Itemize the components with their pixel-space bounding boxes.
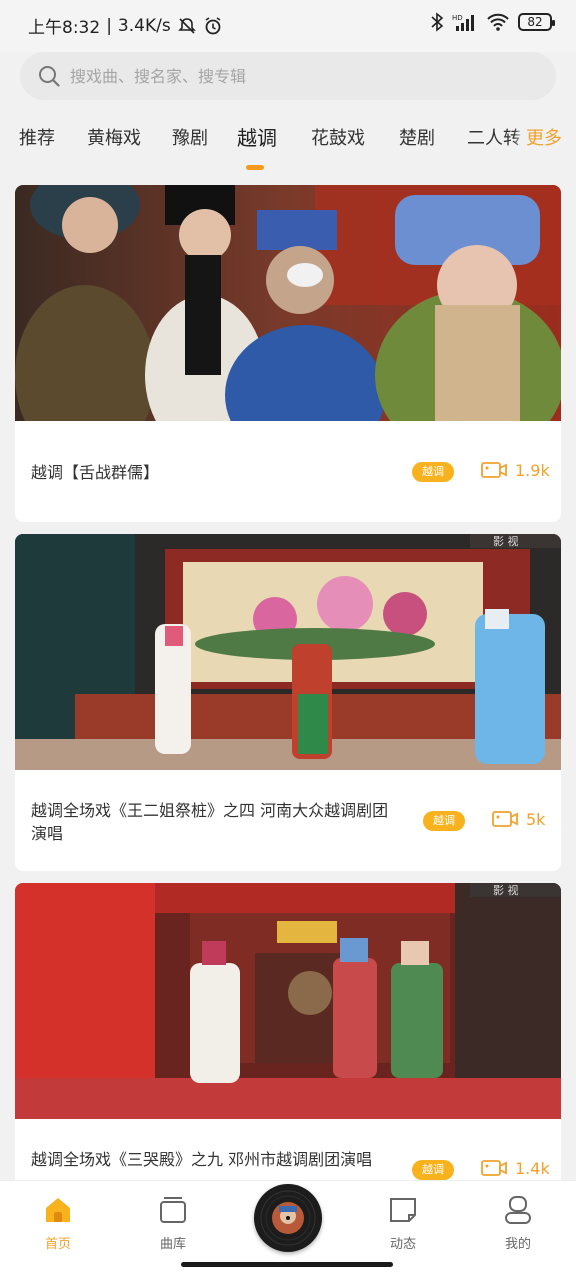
nav-feed[interactable]: 动态 <box>363 1195 443 1252</box>
more-categories-button[interactable]: 更多 <box>514 124 562 150</box>
profile-icon <box>505 1196 531 1224</box>
genre-tag: 越调 <box>423 811 465 831</box>
watermark: 影 视 <box>493 883 519 897</box>
video-title[interactable]: 越调全场戏《王二姐祭桩》之四 河南大众越调剧团演唱 <box>31 799 401 845</box>
view-count: 5k <box>492 809 545 829</box>
tab-recommend[interactable]: 推荐 <box>19 124 55 150</box>
video-camera-icon <box>481 1160 507 1176</box>
video-thumbnail[interactable]: 影 视 <box>15 534 561 770</box>
alarm-icon <box>205 16 221 34</box>
active-tab-indicator <box>246 165 264 170</box>
battery-indicator: 82 <box>518 13 555 31</box>
view-count: 1.4k <box>481 1158 550 1178</box>
tab-errenzhuan[interactable]: 二人转 <box>467 124 521 150</box>
status-time: 上午8:32 <box>28 18 101 38</box>
genre-tag: 越调 <box>412 1160 454 1180</box>
view-count: 1.9k <box>481 460 550 480</box>
now-playing-disc-button[interactable] <box>254 1184 322 1252</box>
network-speed: 3.4K/s <box>117 15 171 36</box>
nav-library[interactable]: 曲库 <box>133 1195 213 1252</box>
video-camera-icon <box>492 811 518 827</box>
video-card[interactable]: 影 视 越调全场戏《王二姐祭桩》之四 河南大众越调剧团演唱 越调 5k <box>15 534 561 871</box>
video-title[interactable]: 越调全场戏《三哭殿》之九 邓州市越调剧团演唱 <box>31 1148 401 1171</box>
search-input[interactable] <box>68 65 512 87</box>
home-icon <box>46 1198 70 1222</box>
search-bar[interactable] <box>20 52 556 100</box>
tab-huaguxi[interactable]: 花鼓戏 <box>311 124 365 150</box>
library-icon <box>160 1197 186 1223</box>
status-bar: 上午8:32 | 3.4K/s HD 82 <box>0 0 576 52</box>
search-icon <box>39 66 60 87</box>
signal-icon: HD <box>452 14 474 31</box>
home-indicator <box>181 1262 393 1267</box>
video-thumbnail[interactable] <box>15 185 561 465</box>
watermark: 影 视 <box>493 534 519 548</box>
video-camera-icon <box>481 462 507 478</box>
tab-huangmeixi[interactable]: 黄梅戏 <box>87 124 141 150</box>
wifi-icon <box>487 13 509 31</box>
tab-yuju[interactable]: 豫剧 <box>172 124 208 150</box>
mute-icon <box>177 17 196 34</box>
tab-chuju[interactable]: 楚剧 <box>399 124 435 150</box>
bluetooth-icon <box>431 12 444 32</box>
video-card[interactable]: 影 视 越调全场戏《三哭殿》之九 邓州市越调剧团演唱 越调 1.4k <box>15 883 561 1220</box>
nav-home[interactable]: 首页 <box>18 1195 98 1252</box>
category-tabs: 推荐 黄梅戏 豫剧 越调 花鼓戏 楚剧 二人转 <box>0 108 576 170</box>
svg-text:HD: HD <box>452 14 463 22</box>
feed-icon <box>390 1198 416 1222</box>
video-title[interactable]: 越调【舌战群儒】 <box>31 461 401 484</box>
tab-yuediao[interactable]: 越调 <box>237 122 277 151</box>
nav-profile[interactable]: 我的 <box>478 1195 558 1252</box>
video-thumbnail[interactable]: 影 视 <box>15 883 561 1119</box>
genre-tag: 越调 <box>412 462 454 482</box>
video-card[interactable]: 越调【舌战群儒】 越调 1.9k <box>15 185 561 522</box>
